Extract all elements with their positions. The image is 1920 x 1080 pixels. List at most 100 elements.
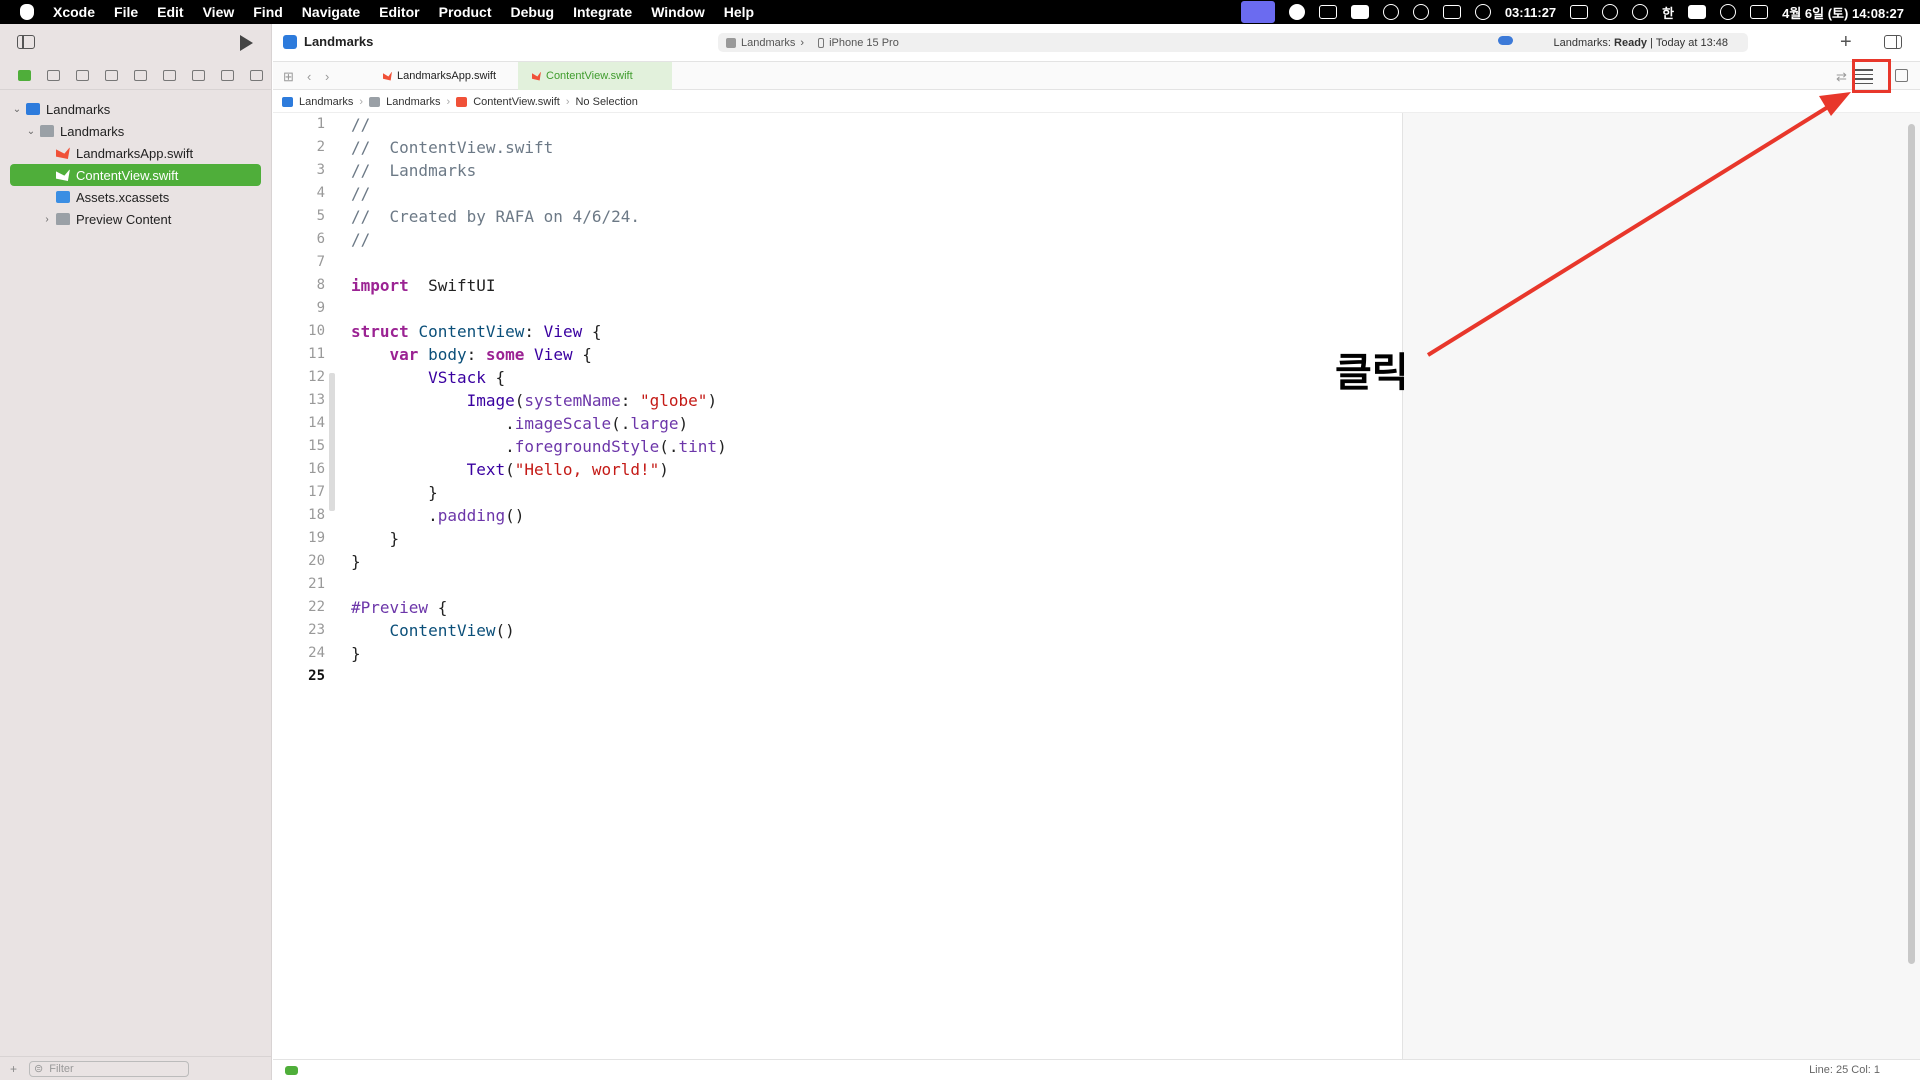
chevron-down-icon[interactable]: ⌄	[26, 126, 36, 137]
tree-item-landmarksapp[interactable]: LandmarksApp.swift	[0, 142, 271, 164]
menu-find[interactable]: Find	[253, 4, 283, 20]
record-icon[interactable]	[1288, 4, 1305, 20]
issues-tab[interactable]	[126, 66, 155, 86]
code-line[interactable]: ContentView()	[351, 619, 727, 642]
tree-item-contentview[interactable]: ContentView.swift	[10, 164, 261, 186]
scheme-selector[interactable]: Landmarks ›	[726, 37, 804, 49]
line-number[interactable]: 4	[273, 182, 325, 205]
line-number[interactable]: 10	[273, 320, 325, 343]
line-number[interactable]: 8	[273, 274, 325, 297]
line-number[interactable]: 18	[273, 504, 325, 527]
forward-arrow-icon[interactable]: ›	[325, 69, 329, 84]
screen-share-icon[interactable]	[1240, 1, 1275, 23]
tests-tab[interactable]	[155, 66, 184, 86]
menu-editor[interactable]: Editor	[379, 4, 419, 20]
menu-window[interactable]: Window	[651, 4, 705, 20]
line-number[interactable]: 17	[273, 481, 325, 504]
line-number[interactable]: 20	[273, 550, 325, 573]
battery-icon[interactable]	[1688, 5, 1707, 19]
code-line[interactable]: //	[351, 113, 727, 136]
breakpoints-tab[interactable]	[213, 66, 242, 86]
tree-item-group[interactable]: ⌄ Landmarks	[0, 120, 271, 142]
inspector-toggle-icon[interactable]	[1884, 35, 1902, 49]
bookmarks-tab[interactable]	[68, 66, 97, 86]
code-line[interactable]: // Created by RAFA on 4/6/24.	[351, 205, 727, 228]
menu-edit[interactable]: Edit	[157, 4, 183, 20]
moon-icon[interactable]	[1412, 4, 1429, 20]
play-icon[interactable]	[1602, 4, 1619, 20]
line-number[interactable]: 2	[273, 136, 325, 159]
line-number[interactable]: 21	[273, 573, 325, 596]
menu-debug[interactable]: Debug	[511, 4, 555, 20]
code-line[interactable]: }	[351, 527, 727, 550]
code-line[interactable]: .foregroundStyle(.tint)	[351, 435, 727, 458]
code-line[interactable]: .imageScale(.large)	[351, 412, 727, 435]
menu-view[interactable]: View	[203, 4, 235, 20]
code-line[interactable]: Image(systemName: "globe")	[351, 389, 727, 412]
run-button[interactable]	[240, 35, 253, 51]
code-line[interactable]	[351, 573, 727, 596]
chevron-right-icon[interactable]: ›	[42, 214, 52, 225]
code-line[interactable]: }	[351, 481, 727, 504]
related-items-icon[interactable]: ⇄	[1836, 69, 1847, 85]
menu-file[interactable]: File	[114, 4, 138, 20]
menu-integrate[interactable]: Integrate	[573, 4, 632, 20]
reports-tab[interactable]	[242, 66, 271, 86]
line-number[interactable]: 25	[273, 665, 325, 688]
tab-contentview[interactable]: ContentView.swift	[518, 62, 672, 90]
code-line[interactable]: //	[351, 182, 727, 205]
breadcrumb-item[interactable]: Landmarks	[299, 96, 353, 108]
code-line[interactable]	[351, 297, 727, 320]
code-text[interactable]: // // ContentView.swift // Landmarks // // C…	[351, 113, 727, 688]
line-number[interactable]: 13	[273, 389, 325, 412]
breadcrumb-item[interactable]: No Selection	[575, 96, 637, 108]
breadcrumb-item[interactable]: ContentView.swift	[473, 96, 560, 108]
bluetooth-icon[interactable]	[1632, 4, 1649, 20]
destination-selector[interactable]: iPhone 15 Pro	[818, 37, 899, 49]
line-number[interactable]: 12	[273, 366, 325, 389]
code-line[interactable]: #Preview {	[351, 596, 727, 619]
line-number[interactable]: 19	[273, 527, 325, 550]
line-number[interactable]: 15	[273, 435, 325, 458]
code-line[interactable]: import SwiftUI	[351, 274, 727, 297]
line-number[interactable]: 5	[273, 205, 325, 228]
tab-landmarksapp[interactable]: LandmarksApp.swift	[369, 62, 510, 90]
menubar-datetime[interactable]: 4월 6일 (토) 14:08:27	[1782, 3, 1904, 22]
line-number[interactable]: 24	[273, 642, 325, 665]
add-library-button[interactable]: +	[1840, 31, 1852, 54]
menu-help[interactable]: Help	[724, 4, 754, 20]
tree-item-preview-content[interactable]: › Preview Content	[0, 208, 271, 230]
code-line[interactable]: }	[351, 550, 727, 573]
filter-field[interactable]: ⊜ Filter	[29, 1060, 190, 1077]
translate-icon[interactable]	[1442, 5, 1461, 19]
project-navigator-tab[interactable]	[10, 66, 39, 86]
back-arrow-icon[interactable]: ‹	[307, 69, 311, 84]
line-number[interactable]: 9	[273, 297, 325, 320]
check-timer-icon[interactable]	[1474, 4, 1491, 20]
code-line[interactable]	[351, 665, 727, 688]
menu-product[interactable]: Product	[439, 4, 492, 20]
code-line[interactable]: VStack {	[351, 366, 727, 389]
breadcrumb-item[interactable]: Landmarks	[386, 96, 440, 108]
apple-logo-icon[interactable]	[20, 4, 34, 20]
code-line[interactable]: Text("Hello, world!")	[351, 458, 727, 481]
find-tab[interactable]	[97, 66, 126, 86]
sidebar-toggle-icon[interactable]	[17, 35, 35, 49]
code-line[interactable]: var body: some View {	[351, 343, 727, 366]
code-line[interactable]: .padding()	[351, 504, 727, 527]
code-line[interactable]: //	[351, 228, 727, 251]
line-number[interactable]: 22	[273, 596, 325, 619]
code-line[interactable]: }	[351, 642, 727, 665]
window-icon[interactable]	[1570, 5, 1589, 19]
source-control-tab[interactable]	[39, 66, 68, 86]
wifi-icon[interactable]	[1720, 4, 1737, 20]
glasses-icon[interactable]	[1382, 4, 1399, 20]
notion-icon[interactable]	[1318, 5, 1337, 19]
grid-icon[interactable]: ⊞	[283, 69, 294, 85]
code-line[interactable]	[351, 251, 727, 274]
line-number[interactable]: 23	[273, 619, 325, 642]
line-number[interactable]: 16	[273, 458, 325, 481]
code-line[interactable]: // ContentView.swift	[351, 136, 727, 159]
chevron-down-icon[interactable]: ⌄	[12, 104, 22, 115]
add-editor-split-icon[interactable]	[1895, 69, 1908, 82]
